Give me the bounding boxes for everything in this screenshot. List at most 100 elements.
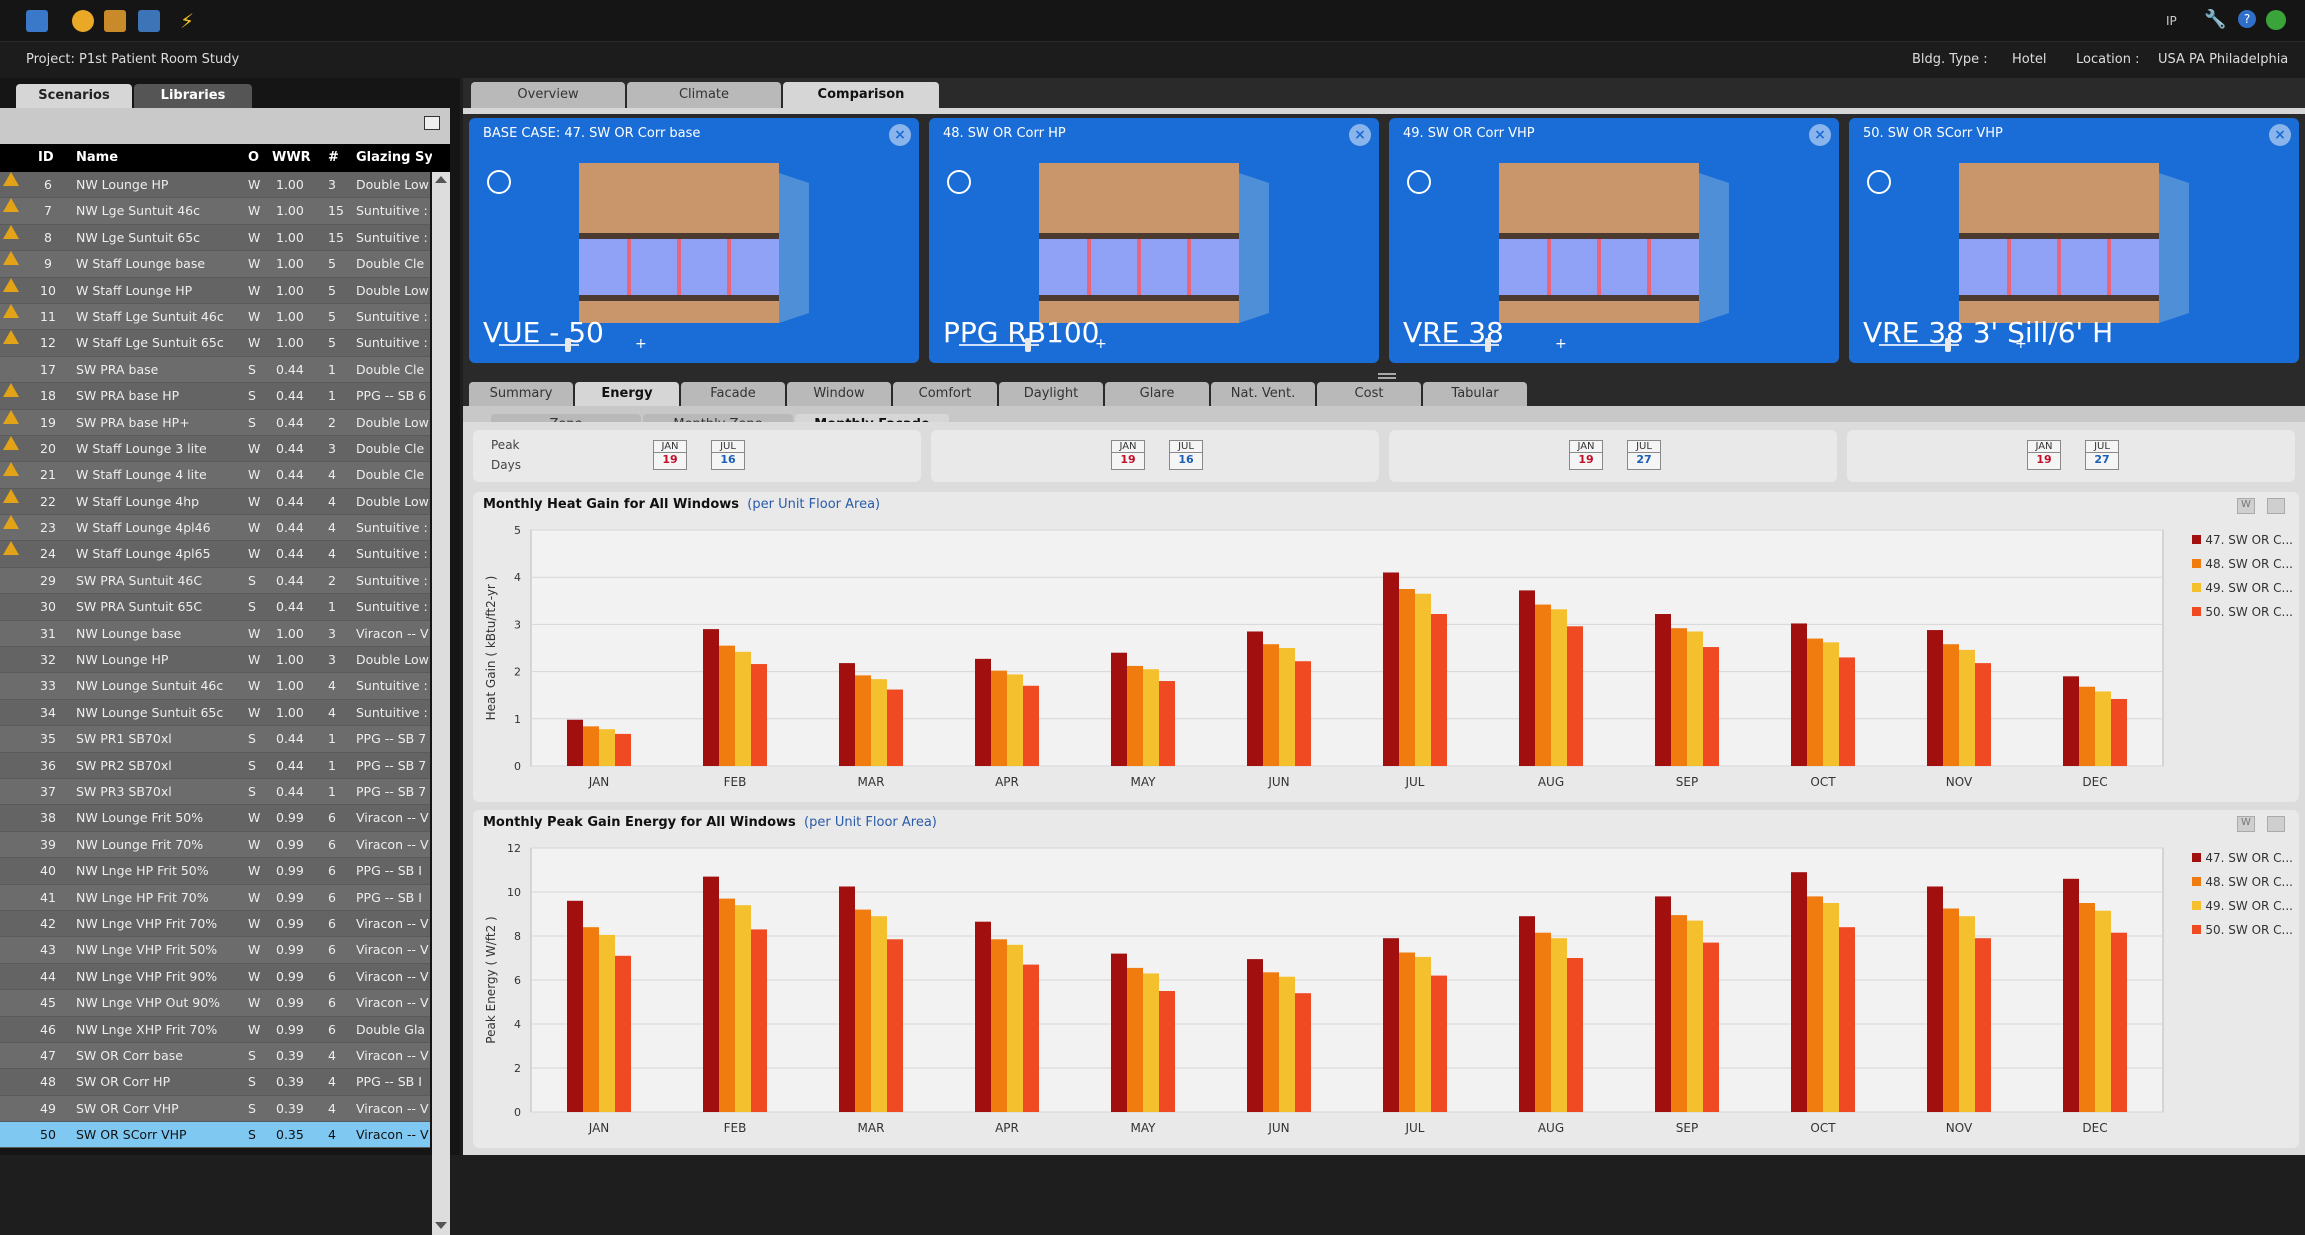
document-icon[interactable]	[26, 10, 48, 32]
scroll-up-icon[interactable]	[435, 176, 447, 183]
table-row[interactable]: 34 NW Lounge Suntuit 65c W 1.00 4 Suntuitive …	[0, 699, 430, 727]
cooling-peak-day[interactable]: JUL 16	[1169, 440, 1203, 470]
tab-scenarios[interactable]: Scenarios	[16, 84, 132, 108]
table-row[interactable]: 6 NW Lounge HP W 1.00 3 Double Low	[0, 172, 430, 199]
add-icon[interactable]: +	[635, 336, 647, 352]
heating-peak-day[interactable]: JAN 19	[1111, 440, 1145, 470]
table-row[interactable]: 22 W Staff Lounge 4hp W 0.44 4 Double Low	[0, 488, 430, 516]
cubes-icon[interactable]	[104, 10, 126, 32]
compass-icon[interactable]	[487, 170, 511, 194]
legend-item[interactable]: 49. SW OR C...	[2192, 894, 2293, 918]
slider-handle[interactable]	[565, 338, 571, 352]
heating-peak-day[interactable]: JAN 19	[2027, 440, 2061, 470]
add-icon[interactable]: +	[2015, 336, 2027, 352]
window-3d-icon[interactable]	[138, 10, 160, 32]
tab-summary[interactable]: Summary	[469, 382, 573, 406]
sidebar-scrollbar[interactable]	[432, 172, 450, 1235]
scenario-card[interactable]: 48. SW OR Corr HP × PPG RB100 +	[929, 118, 1379, 363]
table-row[interactable]: 20 W Staff Lounge 3 lite W 0.44 3 Double Cle	[0, 435, 430, 463]
heating-peak-day[interactable]: JAN 19	[1569, 440, 1603, 470]
table-row[interactable]: 35 SW PR1 SB70xl S 0.44 1 PPG -- SB 7	[0, 726, 430, 753]
table-row[interactable]: 31 NW Lounge base W 1.00 3 Viracon -- V	[0, 620, 430, 648]
table-row[interactable]: 21 W Staff Lounge 4 lite W 0.44 4 Double Cle	[0, 462, 430, 489]
wrench-icon[interactable]: 🔧	[2204, 10, 2226, 30]
scroll-down-icon[interactable]	[435, 1222, 447, 1229]
close-icon[interactable]: ×	[2269, 124, 2291, 146]
compass-icon[interactable]	[947, 170, 971, 194]
table-row[interactable]: 48 SW OR Corr HP S 0.39 4 PPG -- SB I	[0, 1069, 430, 1096]
tab-climate[interactable]: Climate	[627, 82, 781, 108]
col-name[interactable]: Name	[76, 144, 118, 172]
table-row[interactable]: 45 NW Lnge VHP Out 90% W 0.99 6 Viracon -- V	[0, 990, 430, 1017]
lightning-icon[interactable]: ⚡	[180, 10, 202, 32]
table-row[interactable]: 37 SW PR3 SB70xl S 0.44 1 PPG -- SB 7	[0, 778, 430, 806]
close-icon[interactable]: ×	[1809, 124, 1831, 146]
table-row[interactable]: 39 NW Lounge Frit 70% W 0.99 6 Viracon -- V	[0, 831, 430, 859]
table-row[interactable]: 40 NW Lnge HP Frit 50% W 0.99 6 PPG -- SB I	[0, 858, 430, 885]
tab-comfort[interactable]: Comfort	[893, 382, 997, 406]
table-row[interactable]: 12 W Staff Lge Suntuit 65c W 1.00 5 Suntuitiv…	[0, 330, 430, 357]
tab-nat-vent[interactable]: Nat. Vent.	[1211, 382, 1315, 406]
legend-item[interactable]: 50. SW OR C...	[2192, 600, 2293, 624]
tab-libraries[interactable]: Libraries	[134, 84, 252, 108]
tab-daylight[interactable]: Daylight	[999, 382, 1103, 406]
slider-handle[interactable]	[1485, 338, 1491, 352]
units-label[interactable]: IP	[2166, 14, 2177, 28]
table-row[interactable]: 10 W Staff Lounge HP W 1.00 5 Double Low	[0, 277, 430, 304]
table-row[interactable]: 32 NW Lounge HP W 1.00 3 Double Low	[0, 647, 430, 674]
slider-handle[interactable]	[1025, 338, 1031, 352]
legend-item[interactable]: 49. SW OR C...	[2192, 576, 2293, 600]
table-row[interactable]: 41 NW Lnge HP Frit 70% W 0.99 6 PPG -- SB I	[0, 884, 430, 911]
tab-glare[interactable]: Glare	[1105, 382, 1209, 406]
col-orientation[interactable]: O	[248, 144, 259, 172]
tab-overview[interactable]: Overview	[471, 82, 625, 108]
table-row[interactable]: 23 W Staff Lounge 4pl46 W 0.44 4 Suntuitive :	[0, 515, 430, 542]
slider-handle[interactable]	[1945, 338, 1951, 352]
tab-facade[interactable]: Facade	[681, 382, 785, 406]
add-icon[interactable]: +	[1095, 336, 1107, 352]
table-row[interactable]: 9 W Staff Lounge base W 1.00 5 Double Cle	[0, 251, 430, 278]
col-id[interactable]: ID	[38, 144, 54, 172]
legend-item[interactable]: 47. SW OR C...	[2192, 528, 2293, 552]
add-icon[interactable]: +	[1555, 336, 1567, 352]
table-row[interactable]: 7 NW Lge Suntuit 46c W 1.00 15 Suntuitive :	[0, 198, 430, 225]
table-row[interactable]: 38 NW Lounge Frit 50% W 0.99 6 Viracon -- V	[0, 805, 430, 832]
legend-item[interactable]: 48. SW OR C...	[2192, 552, 2293, 576]
scenario-card[interactable]: BASE CASE: 47. SW OR Corr base × VUE - 50 +	[469, 118, 919, 363]
cooling-peak-day[interactable]: JUL 27	[1627, 440, 1661, 470]
table-row[interactable]: 8 NW Lge Suntuit 65c W 1.00 15 Suntuitive :	[0, 224, 430, 252]
close-icon[interactable]: ×	[1349, 124, 1371, 146]
legend-item[interactable]: 48. SW OR C...	[2192, 870, 2293, 894]
tab-energy[interactable]: Energy	[575, 382, 679, 406]
table-row[interactable]: 50 SW OR SCorr VHP S 0.35 4 Viracon -- V	[0, 1122, 430, 1149]
tab-window[interactable]: Window	[787, 382, 891, 406]
settings-gear-icon[interactable]	[2266, 10, 2286, 30]
table-row[interactable]: 44 NW Lnge VHP Frit 90% W 0.99 6 Viracon -- V	[0, 963, 430, 991]
table-row[interactable]: 11 W Staff Lge Suntuit 46c W 1.00 5 Suntuitiv…	[0, 303, 430, 331]
table-row[interactable]: 18 SW PRA base HP S 0.44 1 PPG -- SB 6	[0, 383, 430, 410]
col-count[interactable]: #	[328, 144, 339, 172]
table-row[interactable]: 36 SW PR2 SB70xl S 0.44 1 PPG -- SB 7	[0, 752, 430, 779]
table-row[interactable]: 24 W Staff Lounge 4pl65 W 0.44 4 Suntuitive :	[0, 541, 430, 568]
scenario-card[interactable]: 49. SW OR Corr VHP × VRE 38 +	[1389, 118, 1839, 363]
legend-item[interactable]: 50. SW OR C...	[2192, 918, 2293, 942]
scenario-card[interactable]: 50. SW OR SCorr VHP × VRE 38 3' Sill/6' H +	[1849, 118, 2299, 363]
table-row[interactable]: 42 NW Lnge VHP Frit 70% W 0.99 6 Viracon -- V	[0, 910, 430, 938]
table-row[interactable]: 33 NW Lounge Suntuit 46c W 1.00 4 Suntuitive …	[0, 673, 430, 700]
tab-tabular[interactable]: Tabular	[1423, 382, 1527, 406]
cube-icon[interactable]	[72, 10, 94, 32]
table-row[interactable]: 46 NW Lnge XHP Frit 70% W 0.99 6 Double Gla	[0, 1016, 430, 1043]
table-row[interactable]: 17 SW PRA base S 0.44 1 Double Cle	[0, 356, 430, 384]
splitter-handle[interactable]	[1378, 373, 1396, 379]
help-icon[interactable]: ?	[2238, 10, 2256, 28]
tab-cost[interactable]: Cost	[1317, 382, 1421, 406]
table-row[interactable]: 47 SW OR Corr base S 0.39 4 Viracon -- V	[0, 1042, 430, 1070]
table-row[interactable]: 30 SW PRA Suntuit 65C S 0.44 1 Suntuitive :	[0, 594, 430, 621]
table-row[interactable]: 19 SW PRA base HP+ S 0.44 2 Double Low	[0, 409, 430, 436]
table-row[interactable]: 29 SW PRA Suntuit 46C S 0.44 2 Suntuitive :	[0, 567, 430, 595]
col-wwr[interactable]: WWR	[272, 144, 311, 172]
legend-item[interactable]: 47. SW OR C...	[2192, 846, 2293, 870]
table-row[interactable]: 43 NW Lnge VHP Frit 50% W 0.99 6 Viracon -- V	[0, 937, 430, 964]
compass-icon[interactable]	[1407, 170, 1431, 194]
compass-icon[interactable]	[1867, 170, 1891, 194]
